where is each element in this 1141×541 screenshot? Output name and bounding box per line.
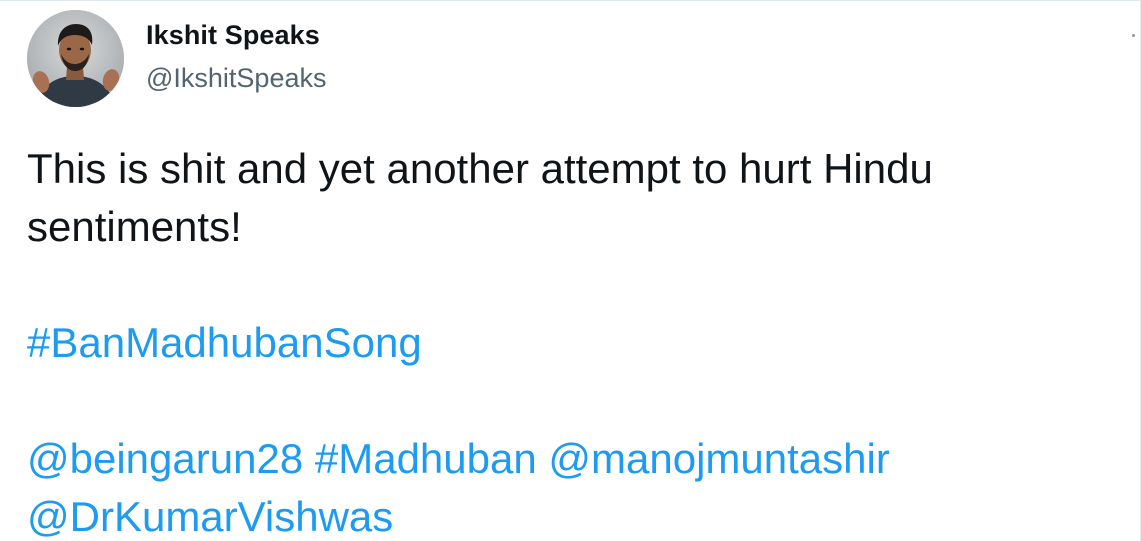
mentions-line-1: @beingarun28 #Madhuban @manojmuntashir (27, 430, 1117, 488)
tweet-text-line-1: This is shit and yet another attempt to … (27, 145, 933, 192)
mention-drkumarvishwas[interactable]: @DrKumarVishwas (27, 493, 393, 540)
profile-photo-icon (27, 10, 124, 107)
tweet-card: Ikshit Speaks @IkshitSpeaks This is shit… (0, 0, 1141, 541)
hashtag-banmadhubansong[interactable]: #BanMadhubanSong (27, 319, 422, 366)
hashtag-madhuban[interactable]: #Madhuban (315, 435, 537, 482)
tweet-body: This is shit and yet another attempt to … (27, 140, 1117, 541)
mentions-line-2: @DrKumarVishwas (27, 488, 1117, 541)
mention-manojmuntashir[interactable]: @manojmuntashir (548, 435, 889, 482)
avatar[interactable] (27, 10, 124, 107)
user-handle[interactable]: @IkshitSpeaks (146, 63, 326, 94)
top-divider (0, 0, 1141, 1)
hashtag-line: #BanMadhubanSong (27, 314, 1117, 372)
more-options-icon[interactable] (1132, 34, 1135, 37)
mention-beingarun28[interactable]: @beingarun28 (27, 435, 303, 482)
display-name[interactable]: Ikshit Speaks (146, 20, 320, 51)
tweet-text-line-2: sentiments! (27, 203, 242, 250)
